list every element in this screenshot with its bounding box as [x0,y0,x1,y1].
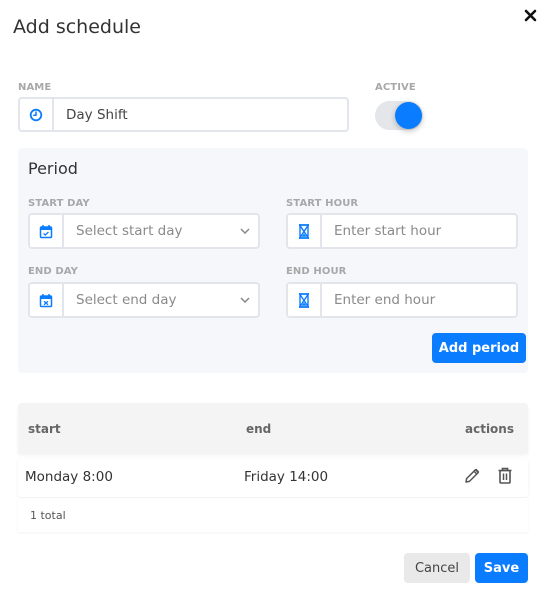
calendar-check-icon [39,224,53,238]
start-day-chevron [232,215,258,247]
edit-button[interactable] [463,467,481,489]
clock-icon [29,108,43,121]
name-input[interactable]: Day Shift [54,99,347,130]
column-header-end: end [246,422,272,436]
start-day-label: START DAY [28,198,90,209]
save-button[interactable]: Save [475,553,528,583]
trash-icon [498,467,512,484]
start-day-value: Select start day [76,223,183,239]
end-day-value: Select end day [76,292,177,308]
cancel-button[interactable]: Cancel [404,553,470,583]
name-label: NAME [18,82,52,93]
start-day-select[interactable]: Select start day [28,213,260,249]
table-header [18,403,528,453]
delete-button[interactable] [497,467,513,489]
end-day-label: END DAY [28,266,79,277]
add-period-button[interactable]: Add period [432,333,526,363]
end-hour-label: END HOUR [286,266,347,277]
chevron-down-icon [240,228,250,234]
end-day-addon [30,284,64,316]
hourglass-icon [299,292,309,308]
end-hour-addon [288,284,322,316]
toggle-knob [395,102,422,129]
column-header-start: start [28,422,61,436]
name-input-group[interactable]: Day Shift [18,97,349,132]
end-day-chevron [232,284,258,316]
active-toggle[interactable] [375,101,423,130]
end-hour-input-group[interactable]: Enter end hour [286,282,518,318]
chevron-down-icon [240,297,250,303]
period-title: Period [28,159,78,178]
table-footer [18,498,528,532]
close-icon [524,9,537,22]
name-addon [20,99,54,130]
start-hour-addon [288,215,322,247]
dialog-title: Add schedule [13,16,141,38]
start-day-addon [30,215,64,247]
hourglass-icon [299,223,309,239]
cell-end: Friday 14:00 [244,469,329,485]
column-header-actions: actions [465,422,514,436]
close-button[interactable] [522,7,540,25]
cell-start: Monday 8:00 [25,469,113,485]
calendar-x-icon [39,293,53,307]
end-hour-input[interactable]: Enter end hour [322,284,516,316]
start-hour-input-group[interactable]: Enter start hour [286,213,518,249]
start-hour-input[interactable]: Enter start hour [322,215,516,247]
total-count: 1 total [30,509,66,522]
end-day-select[interactable]: Select end day [28,282,260,318]
active-label: ACTIVE [375,82,416,93]
pencil-icon [465,468,480,483]
start-hour-label: START HOUR [286,198,359,209]
